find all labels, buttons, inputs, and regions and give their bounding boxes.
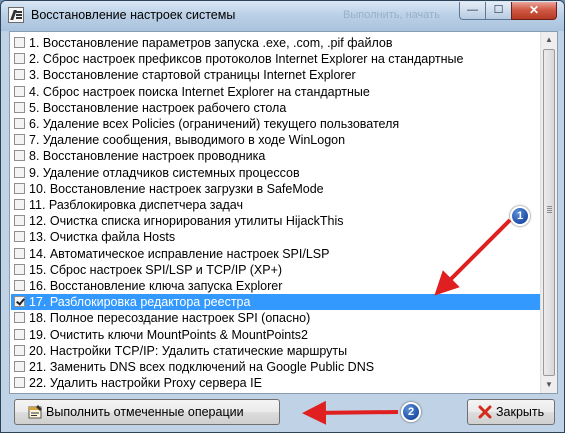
checklist-item[interactable]: 10. Восстановление настроек загрузки в S… [11,181,541,197]
item-checkbox[interactable] [14,312,25,324]
item-checkbox[interactable] [14,393,25,394]
close-x-icon [478,405,492,419]
item-label: 1. Восстановление параметров запуска .ex… [29,36,393,50]
item-checkbox[interactable] [14,361,25,372]
item-checkbox[interactable] [14,101,25,113]
item-checkbox[interactable] [14,166,25,178]
title-bar[interactable]: Восстановление настроек системы Выполнит… [1,1,564,31]
maximize-button[interactable]: ☐ [485,2,512,20]
run-operations-icon [28,405,42,419]
item-checkbox[interactable] [14,247,25,259]
item-checkbox[interactable] [14,328,25,340]
item-label: 10. Восстановление настроек загрузки в S… [29,181,324,196]
checklist-item[interactable]: 18. Полное пересоздание настроек SPI (оп… [11,310,541,326]
checklist-item[interactable]: 3. Восстановление стартовой страницы Int… [11,67,541,83]
item-checkbox[interactable] [14,215,25,227]
checklist-item[interactable]: 15. Сброс настроек SPI/LSP и TCP/IP (XP+… [11,262,541,278]
item-label: 15. Сброс настроек SPI/LSP и TCP/IP (XP+… [29,262,283,277]
scroll-up-arrow-icon[interactable]: ▲ [541,32,557,48]
checklist-item[interactable]: 7. Удаление сообщения, выводимого в ходе… [11,132,541,148]
checklist-item[interactable]: 1. Восстановление параметров запуска .ex… [11,35,541,51]
checklist-item[interactable]: 8. Восстановление настроек проводника [11,148,541,164]
item-label: 9. Удаление отладчиков системных процесс… [29,165,300,180]
item-label: 3. Восстановление стартовой страницы Int… [29,68,356,83]
item-label: 11. Разблокировка диспетчера задач [29,198,243,212]
item-checkbox[interactable] [14,344,25,356]
item-label: 23. Удалить Google Policies [29,391,188,393]
minimize-button[interactable]: — [459,2,486,20]
item-label: 12. Очистка списка игнорирования утилиты… [29,214,344,229]
item-label: 18. Полное пересоздание настроек SPI (оп… [29,311,311,326]
checklist-item[interactable]: 4. Сброс настроек поиска Internet Explor… [11,84,541,100]
annotation-marker-1: 1 [510,206,530,226]
checklist-item[interactable]: 11. Разблокировка диспетчера задач [11,197,541,213]
checklist-item[interactable]: 17. Разблокировка редактора реестра [11,294,541,311]
item-checkbox[interactable] [14,199,25,210]
checklist-item[interactable]: 9. Удаление отладчиков системных процесс… [11,165,541,181]
close-window-button[interactable]: ✕ [511,2,557,20]
item-label: 20. Настройки TCP/IP: Удалить статически… [29,343,348,358]
item-label: 8. Восстановление настроек проводника [29,149,266,164]
checklist-item[interactable]: 16. Восстановление ключа запуска Explore… [11,278,541,294]
item-label: 4. Сброс настроек поиска Internet Explor… [29,84,370,99]
item-checkbox[interactable] [14,85,25,97]
item-checkbox[interactable] [14,150,25,162]
scrollbar-thumb[interactable] [543,49,555,376]
item-checkbox[interactable] [14,134,25,146]
item-label: 16. Восстановление ключа запуска Explore… [29,279,283,293]
item-label: 13. Очистка файла Hosts [29,230,176,245]
item-label: 17. Разблокировка редактора реестра [29,295,251,310]
operations-checklist[interactable]: 1. Восстановление параметров запуска .ex… [9,31,558,394]
app-document-icon [8,7,24,23]
close-button-label: Закрыть [496,405,545,419]
item-label: 2. Сброс настроек префиксов протоколов I… [29,52,464,67]
run-button-label: Выполнить отмеченные операции [46,405,244,419]
checklist-item[interactable]: 14. Автоматическое исправление настроек … [11,246,541,262]
checklist-item[interactable]: 2. Сброс настроек префиксов протоколов I… [11,51,541,67]
checklist-item[interactable]: 5. Восстановление настроек рабочего стол… [11,100,541,116]
item-checkbox[interactable] [14,296,25,308]
item-checkbox[interactable] [14,182,25,194]
vertical-scrollbar[interactable]: ▲ ▼ [540,32,557,393]
scrollbar-grip-icon [547,206,552,207]
scroll-down-arrow-icon[interactable]: ▼ [541,377,557,393]
checklist-item[interactable]: 6. Удаление всех Policies (ограничений) … [11,116,541,132]
checklist-item[interactable]: 23. Удалить Google Policies [11,391,541,394]
item-label: 6. Удаление всех Policies (ограничений) … [29,117,400,131]
run-selected-operations-button[interactable]: Выполнить отмеченные операции [14,399,280,425]
checklist-item[interactable]: 21. Заменить DNS всех подключений на Goo… [11,359,541,375]
item-checkbox[interactable] [14,37,25,48]
item-checkbox[interactable] [14,53,25,65]
item-label: 5. Восстановление настроек рабочего стол… [29,100,287,115]
item-label: 14. Автоматическое исправление настроек … [29,246,330,261]
checklist-item[interactable]: 20. Настройки TCP/IP: Удалить статически… [11,343,541,359]
background-window-text: Выполнить, начать [343,9,440,21]
item-checkbox[interactable] [14,69,25,81]
item-checkbox[interactable] [14,263,25,275]
checklist-item[interactable]: 19. Очистить ключи MountPoints & MountPo… [11,327,541,343]
item-checkbox[interactable] [14,280,25,291]
close-button[interactable]: Закрыть [467,399,555,425]
annotation-marker-2: 2 [401,402,421,422]
item-checkbox[interactable] [14,231,25,243]
checklist-item[interactable]: 12. Очистка списка игнорирования утилиты… [11,213,541,229]
item-label: 7. Удаление сообщения, выводимого в ходе… [29,133,346,148]
window-title: Восстановление настроек системы [31,8,236,22]
item-checkbox[interactable] [14,377,25,389]
item-label: 22. Удалить настройки Proxy сервера IE [29,376,262,391]
checklist-item[interactable]: 22. Удалить настройки Proxy сервера IE [11,375,541,391]
item-label: 19. Очистить ключи MountPoints & MountPo… [29,327,308,342]
item-checkbox[interactable] [14,118,25,129]
checklist-item[interactable]: 13. Очистка файла Hosts [11,229,541,245]
restore-settings-window: Восстановление настроек системы Выполнит… [0,0,565,433]
item-label: 21. Заменить DNS всех подключений на Goo… [29,360,375,374]
